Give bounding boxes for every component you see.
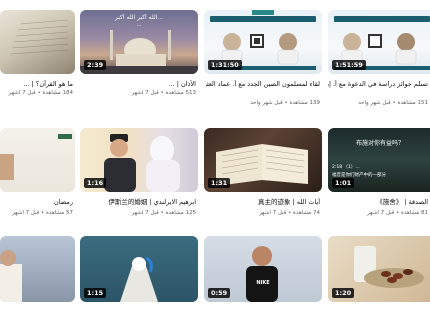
video-thumbnail[interactable]: 1:51:59: [328, 10, 430, 74]
video-title[interactable]: أيات الله | 真主的迹象: [206, 198, 320, 206]
video-title[interactable]: ابرهيم الايرلندي | 伊斯兰的婚姻: [82, 198, 196, 206]
video-title[interactable]: الصدقة | 《施舍》: [328, 198, 428, 206]
overlay-text: ...الله أكبر الله أكبر: [114, 14, 164, 21]
video-duration: 1:15: [84, 288, 107, 298]
video-card[interactable]: رمضان 57 مشاهدة • قبل 7 أشهر: [0, 120, 75, 220]
video-title[interactable]: تسلم جوائز دراسة في الدعوة مع أ. إيهاب م…: [328, 80, 428, 88]
page-lines-art: [9, 19, 69, 55]
video-thumbnail[interactable]: [0, 128, 75, 192]
video-duration: 1:31: [208, 178, 231, 188]
video-duration: 1:16: [84, 178, 107, 188]
video-card[interactable]: 1:31:50 لقاء لمسلمون الصين الجدد مع أ. ع…: [204, 0, 322, 106]
video-thumbnail[interactable]: NIKE 0:59: [204, 236, 322, 302]
shirt-logo-text: NIKE: [256, 280, 270, 286]
video-thumbnail[interactable]: 1:16: [80, 128, 198, 192]
video-meta: 139 مشاهدة • قبل شهر واحد: [250, 100, 320, 106]
video-thumbnail[interactable]: 1:15: [80, 236, 198, 302]
video-meta: 513 مشاهدة • قبل 7 أشهر: [131, 90, 196, 96]
video-card[interactable]: 布施对你有益吗？ 2:18 （1）... 福音是你们财产中的一部分 1:01 ا…: [328, 120, 430, 220]
video-duration: 1:20: [332, 288, 355, 298]
video-card[interactable]: 1:15: [80, 236, 198, 310]
video-title[interactable]: ما هو القرآن؟ | ...: [0, 80, 73, 88]
video-thumbnail[interactable]: 1:31:50: [204, 10, 322, 74]
video-duration: 0:59: [208, 288, 231, 298]
video-title[interactable]: لقاء لمسلمون الصين الجدد مع أ. عماد العث…: [206, 80, 320, 88]
video-card[interactable]: NIKE 0:59: [204, 236, 322, 310]
video-meta: 81 مشاهدة • قبل 7 أشهر: [367, 210, 428, 216]
video-thumbnail[interactable]: [0, 236, 75, 302]
video-card[interactable]: 1:51:59 تسلم جوائز دراسة في الدعوة مع أ.…: [328, 0, 430, 106]
video-title[interactable]: رمضان: [0, 198, 73, 206]
video-meta: 57 مشاهدة • قبل 7 أشهر: [12, 210, 73, 216]
video-meta: 125 مشاهدة • قبل 7 أشهر: [131, 210, 196, 216]
video-card[interactable]: [0, 236, 75, 310]
video-meta: 74 مشاهدة • قبل 7 أشهر: [259, 210, 320, 216]
overlay-text: ...: [136, 22, 142, 28]
video-duration: 1:31:50: [208, 60, 242, 70]
video-duration: 1:01: [332, 178, 355, 188]
overlay-text: 2:18 （1）...: [332, 165, 360, 170]
video-card[interactable]: ...الله أكبر الله أكبر ... 2:39 الأذان |…: [80, 0, 198, 105]
person-art: [0, 134, 72, 180]
video-duration: 1:51:59: [332, 60, 366, 70]
video-thumbnail[interactable]: 布施对你有益吗？ 2:18 （1）... 福音是你们财产中的一部分 1:01: [328, 128, 430, 192]
video-card[interactable]: ما هو القرآن؟ | ... 184 مشاهدة • قبل 7 أ…: [0, 0, 75, 105]
video-thumbnail[interactable]: [0, 10, 75, 74]
video-thumbnail[interactable]: 1:20: [328, 236, 430, 302]
overlay-text: 布施对你有益吗？: [355, 140, 404, 147]
video-card[interactable]: 1:16 ابرهيم الايرلندي | 伊斯兰的婚姻 125 مشاهد…: [80, 120, 198, 220]
video-title[interactable]: الأذان | ...: [82, 80, 196, 88]
video-card[interactable]: 1:31 أيات الله | 真主的迹象 74 مشاهدة • قبل 7…: [204, 120, 322, 220]
video-meta: 184 مشاهدة • قبل 7 أشهر: [8, 90, 73, 96]
person-art: [0, 250, 22, 302]
video-meta: 151 مشاهدة • قبل شهر واحد: [358, 100, 428, 106]
video-thumbnail[interactable]: 1:31: [204, 128, 322, 192]
video-thumbnail[interactable]: ...الله أكبر الله أكبر ... 2:39: [80, 10, 198, 74]
video-card[interactable]: 1:20: [328, 236, 430, 310]
video-duration: 2:39: [84, 60, 107, 70]
